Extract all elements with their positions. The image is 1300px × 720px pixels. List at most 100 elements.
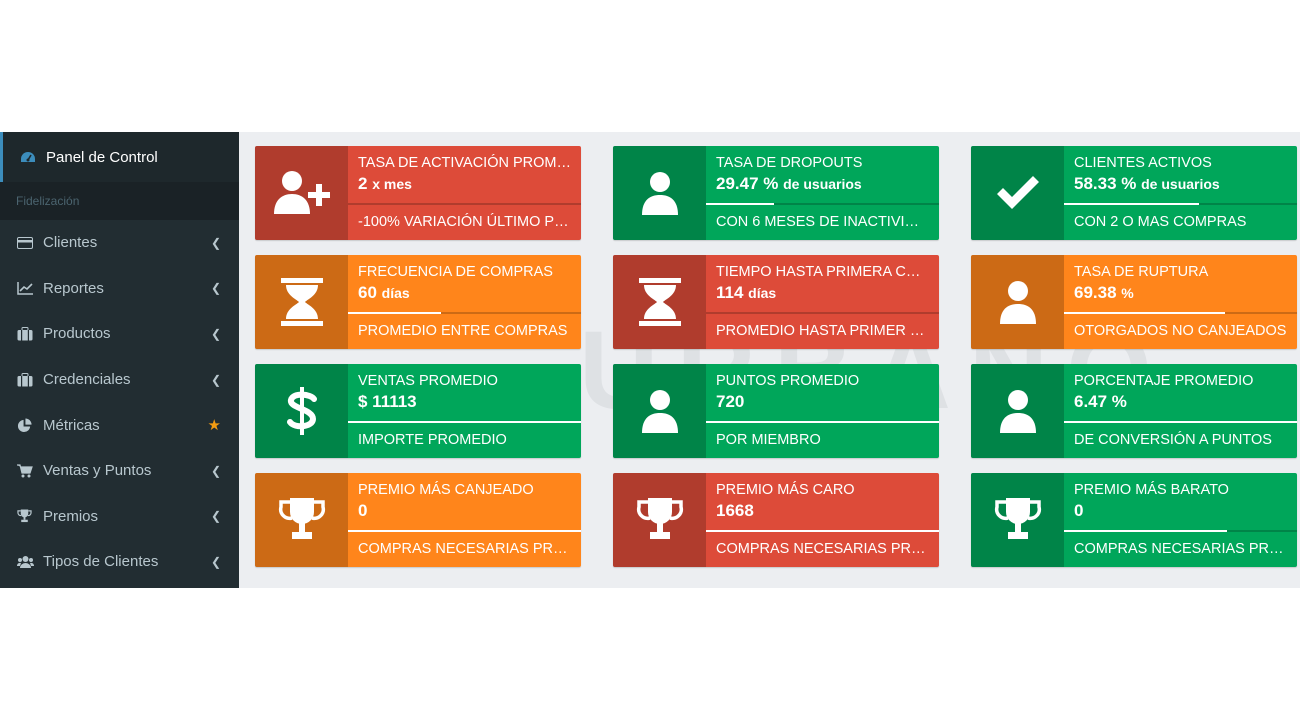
info-box-number: 1668 [716, 501, 754, 520]
sidebar: Panel de Control Fidelización Clientes ❮ R… [0, 132, 239, 588]
progress-fill [1064, 203, 1200, 205]
info-box-content: PORCENTAJE PROMEDIO 6.47 % DE CONVERSIÓN … [1064, 364, 1297, 458]
info-box-description: -100% VARIACIÓN ÚLTIMO PERIODO [358, 214, 571, 230]
info-box-description: CON 6 MESES DE INACTIVIDAD [716, 214, 929, 230]
info-box-content: TASA DE DROPOUTS 29.47 % de usuarios CON 6… [706, 146, 939, 240]
chevron-left-icon: ❮ [210, 509, 221, 524]
check-icon [971, 146, 1064, 240]
info-box-content: FRECUENCIA DE COMPRAS 60 días PROMEDIO ENT… [348, 255, 581, 349]
user-plus-icon [255, 146, 348, 240]
info-box-description: PROMEDIO HASTA PRIMER CANJE [716, 323, 929, 339]
progress-bar [1064, 421, 1297, 423]
info-box-value: 2 x mes [358, 172, 571, 196]
info-box: PUNTOS PROMEDIO 720 POR MIEMBRO [613, 364, 939, 458]
progress-fill [348, 421, 581, 423]
info-box: PREMIO MÁS BARATO 0 COMPRAS NECESARIAS PR… [971, 473, 1297, 567]
info-box-value: 60 días [358, 281, 571, 305]
progress-bar [706, 203, 939, 205]
sidebar-item-ventas-y-puntos[interactable]: Ventas y Puntos ❮ [0, 448, 239, 494]
info-box-description: POR MIEMBRO [716, 432, 821, 448]
info-box-unit: x mes [372, 176, 412, 192]
sidebar-item-label: Clientes [43, 234, 98, 252]
info-box-grid: TASA DE ACTIVACIÓN PROMEDIO 2 x mes -100% … [255, 146, 1297, 567]
info-box-number: $ 11113 [358, 392, 417, 411]
info-box-unit: de usuarios [1141, 176, 1220, 192]
info-box: TASA DE DROPOUTS 29.47 % de usuarios CON 6… [613, 146, 939, 240]
trophy-icon [17, 509, 43, 523]
hourglass-icon [255, 255, 348, 349]
progress-bar [1064, 530, 1297, 532]
progress-bar [1064, 203, 1297, 205]
info-box: PREMIO MÁS CARO 1668 COMPRAS NECESARIAS P… [613, 473, 939, 567]
chevron-left-icon: ❮ [210, 235, 221, 250]
sidebar-item-label: Ventas y Puntos [43, 462, 152, 480]
info-box-number: 6.47 % [1074, 392, 1127, 411]
sidebar-item-label: Métricas [43, 416, 100, 434]
info-box-value: 0 [1074, 499, 1287, 523]
info-box-number: 60 [358, 283, 377, 302]
info-box-title: VENTAS PROMEDIO [358, 373, 498, 389]
sidebar-item-label: Tipos de Clientes [43, 553, 159, 571]
cart-icon [17, 464, 43, 478]
info-box: PREMIO MÁS CANJEADO 0 COMPRAS NECESARIAS … [255, 473, 581, 567]
info-box-description: COMPRAS NECESARIAS PREMIO [716, 541, 929, 557]
progress-fill [706, 421, 939, 423]
info-box: PORCENTAJE PROMEDIO 6.47 % DE CONVERSIÓN … [971, 364, 1297, 458]
sidebar-item-panel-de-control[interactable]: Panel de Control [0, 132, 239, 182]
info-box: VENTAS PROMEDIO $ 11113 IMPORTE PROMEDIO [255, 364, 581, 458]
info-box-description: PROMEDIO ENTRE COMPRAS [358, 323, 568, 339]
progress-bar [706, 530, 939, 532]
progress-fill [706, 203, 774, 205]
info-box-title: TASA DE ACTIVACIÓN PROMEDIO [358, 155, 571, 171]
info-box-title: PREMIO MÁS CANJEADO [358, 482, 534, 498]
info-box-value: 1668 [716, 499, 929, 523]
info-box-title: TIEMPO HASTA PRIMERA COMPRA [716, 264, 929, 280]
user-icon [971, 364, 1064, 458]
sidebar-item-clientes[interactable]: Clientes ❮ [0, 220, 239, 266]
info-box-value: $ 11113 [358, 390, 571, 414]
progress-fill [1064, 530, 1228, 532]
info-box-content: TIEMPO HASTA PRIMERA COMPRA114 díasPROME… [706, 255, 939, 349]
info-box-title: FRECUENCIA DE COMPRAS [358, 264, 553, 280]
info-box-description: COMPRAS NECESARIAS PREMIO [358, 541, 571, 557]
progress-bar [348, 421, 581, 423]
pie-chart-icon [17, 418, 43, 433]
info-box-content: PREMIO MÁS CARO 1668 COMPRAS NECESARIAS P… [706, 473, 939, 567]
sidebar-item-productos[interactable]: Productos ❮ [0, 311, 239, 357]
info-box-title: PREMIO MÁS CARO [716, 482, 855, 498]
credit-card-icon [17, 236, 43, 249]
sidebar-item-label: Productos [43, 325, 111, 343]
info-box-description: COMPRAS NECESARIAS PREMIO [1074, 541, 1287, 557]
sidebar-item-metricas[interactable]: Métricas ★ [0, 402, 239, 448]
app-shell: Panel de Control Fidelización Clientes ❮ R… [0, 132, 1300, 588]
hourglass-icon [613, 255, 706, 349]
progress-fill [1064, 312, 1225, 314]
info-box-number: 29.47 % [716, 174, 779, 193]
chevron-left-icon: ❮ [210, 372, 221, 387]
info-box-number: 58.33 % [1074, 174, 1137, 193]
trophy-icon [255, 473, 348, 567]
users-icon [17, 555, 43, 569]
info-box-title: PORCENTAJE PROMEDIO [1074, 373, 1254, 389]
info-box-value: 29.47 % de usuarios [716, 172, 929, 196]
progress-fill [348, 530, 581, 532]
info-box-unit: días [381, 285, 410, 301]
sidebar-item-credenciales[interactable]: Credenciales ❮ [0, 357, 239, 403]
info-box-description: OTORGADOS NO CANJEADOS [1074, 323, 1287, 339]
star-icon: ★ [207, 417, 221, 435]
info-box-content: CLIENTES ACTIVOS 58.33 % de usuarios CON 2… [1064, 146, 1297, 240]
progress-bar [1064, 312, 1297, 314]
sidebar-item-reportes[interactable]: Reportes ❮ [0, 266, 239, 312]
progress-bar [348, 203, 581, 205]
info-box-unit: % [1121, 285, 1134, 301]
sidebar-item-label: Reportes [43, 279, 104, 297]
info-box-title: TASA DE DROPOUTS [716, 155, 863, 171]
progress-fill [1064, 421, 1297, 423]
info-box-value: 0 [358, 499, 571, 523]
sidebar-item-premios[interactable]: Premios ❮ [0, 494, 239, 540]
info-box-unit: de usuarios [783, 176, 862, 192]
progress-fill [348, 312, 442, 314]
info-box-title: CLIENTES ACTIVOS [1074, 155, 1212, 171]
main-content: URBANO TASA DE ACTIVACIÓN PROMEDIO2 x me… [239, 132, 1300, 588]
sidebar-item-tipos-de-clientes[interactable]: Tipos de Clientes ❮ [0, 539, 239, 585]
